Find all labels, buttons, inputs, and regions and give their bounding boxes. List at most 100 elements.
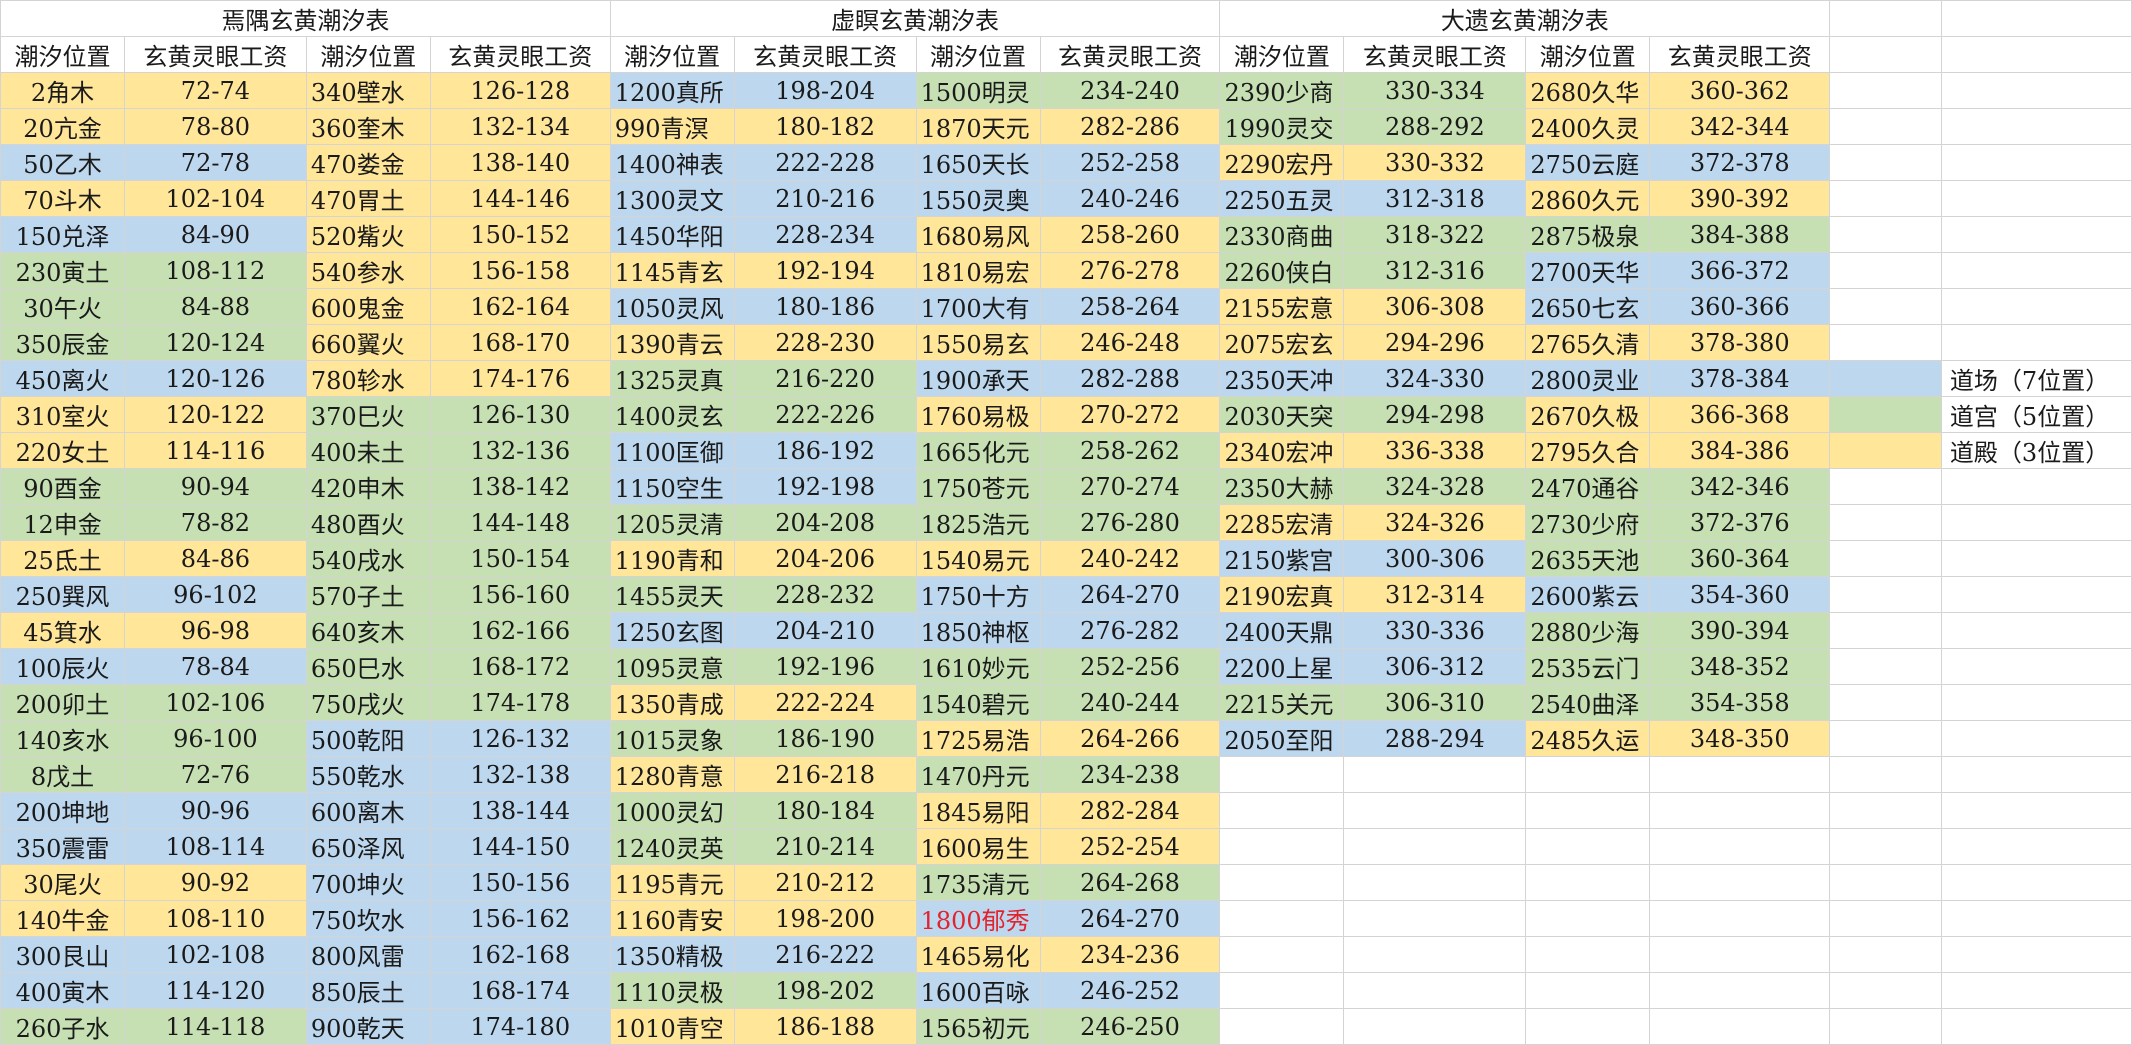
empty-cell[interactable] (1829, 36, 1942, 73)
empty-cell[interactable] (1525, 900, 1651, 937)
salary-range-cell[interactable]: 264-268 (1039, 864, 1221, 901)
salary-range-cell[interactable]: 300-306 (1343, 540, 1527, 577)
salary-range-cell[interactable]: 150-156 (429, 864, 611, 901)
empty-cell[interactable] (1829, 828, 1942, 865)
tide-position-cell[interactable]: 1810易宏 (915, 252, 1041, 289)
empty-cell[interactable] (1829, 216, 1942, 253)
salary-range-cell[interactable]: 360-362 (1649, 72, 1831, 109)
tide-position-cell[interactable]: 850辰土 (305, 972, 431, 1009)
tide-position-cell[interactable]: 1110灵极 (609, 972, 735, 1009)
tide-position-cell[interactable]: 1095灵意 (609, 648, 735, 685)
salary-range-cell[interactable]: 186-190 (733, 720, 917, 757)
salary-range-cell[interactable]: 138-144 (429, 792, 611, 829)
tide-position-cell[interactable]: 2650七玄 (1525, 288, 1651, 325)
tide-position-cell[interactable]: 1750十方 (915, 576, 1041, 613)
tide-position-cell[interactable]: 750坎水 (305, 900, 431, 937)
salary-range-cell[interactable]: 192-196 (733, 648, 917, 685)
tide-position-cell[interactable]: 2635天池 (1525, 540, 1651, 577)
salary-range-cell[interactable]: 132-138 (429, 756, 611, 793)
salary-range-cell[interactable]: 174-178 (429, 684, 611, 721)
salary-range-cell[interactable]: 198-204 (733, 72, 917, 109)
tide-position-cell[interactable]: 2340宏冲 (1219, 432, 1345, 469)
empty-cell[interactable] (1940, 756, 2132, 793)
salary-range-cell[interactable]: 240-242 (1039, 540, 1221, 577)
salary-range-cell[interactable]: 156-158 (429, 252, 611, 289)
salary-range-cell[interactable]: 120-122 (123, 396, 307, 433)
salary-range-cell[interactable]: 138-142 (429, 468, 611, 505)
salary-range-cell[interactable]: 342-346 (1649, 468, 1831, 505)
salary-range-cell[interactable]: 108-112 (123, 252, 307, 289)
tide-position-cell[interactable]: 500乾阳 (305, 720, 431, 757)
empty-cell[interactable] (1829, 288, 1942, 325)
salary-range-cell[interactable]: 102-104 (123, 180, 307, 217)
salary-range-cell[interactable]: 72-78 (123, 144, 307, 181)
salary-range-cell[interactable]: 330-332 (1343, 144, 1527, 181)
salary-range-cell[interactable]: 282-288 (1039, 360, 1221, 397)
empty-cell[interactable] (1940, 216, 2132, 253)
salary-range-cell[interactable]: 174-176 (429, 360, 611, 397)
empty-cell[interactable] (1940, 144, 2132, 181)
tide-position-cell[interactable]: 2285宏清 (1219, 504, 1345, 541)
tide-position-cell[interactable]: 1600易生 (915, 828, 1041, 865)
tide-position-cell[interactable]: 1650天长 (915, 144, 1041, 181)
tide-position-cell[interactable]: 1325灵真 (609, 360, 735, 397)
salary-range-cell[interactable]: 204-210 (733, 612, 917, 649)
tide-position-cell[interactable]: 480酉火 (305, 504, 431, 541)
salary-range-cell[interactable]: 162-166 (429, 612, 611, 649)
salary-range-cell[interactable]: 378-380 (1649, 324, 1831, 361)
tide-position-cell[interactable]: 2700天华 (1525, 252, 1651, 289)
salary-range-cell[interactable]: 162-164 (429, 288, 611, 325)
tide-position-cell[interactable]: 1400神表 (609, 144, 735, 181)
tide-position-cell[interactable]: 20亢金 (0, 108, 125, 145)
salary-range-cell[interactable]: 312-316 (1343, 252, 1527, 289)
empty-cell[interactable] (1940, 324, 2132, 361)
salary-range-cell[interactable]: 90-96 (123, 792, 307, 829)
tide-position-cell[interactable]: 1455灵天 (609, 576, 735, 613)
empty-cell[interactable] (1940, 0, 2132, 37)
tide-position-cell[interactable]: 100辰火 (0, 648, 125, 685)
tide-position-cell[interactable]: 1160青安 (609, 900, 735, 937)
salary-range-cell[interactable]: 96-100 (123, 720, 307, 757)
salary-range-cell[interactable]: 354-360 (1649, 576, 1831, 613)
empty-cell[interactable] (1940, 972, 2132, 1009)
salary-range-cell[interactable]: 330-334 (1343, 72, 1527, 109)
salary-range-cell[interactable]: 150-152 (429, 216, 611, 253)
tide-position-cell[interactable]: 1850神枢 (915, 612, 1041, 649)
empty-cell[interactable] (1649, 936, 1831, 973)
tide-position-cell[interactable]: 550乾水 (305, 756, 431, 793)
tide-position-cell[interactable]: 1250玄图 (609, 612, 735, 649)
tide-position-cell[interactable]: 220女土 (0, 432, 125, 469)
tide-position-cell[interactable]: 600离木 (305, 792, 431, 829)
tide-position-cell[interactable]: 1665化元 (915, 432, 1041, 469)
empty-cell[interactable] (1940, 684, 2132, 721)
tide-position-cell[interactable]: 1900承天 (915, 360, 1041, 397)
tide-position-cell[interactable]: 350辰金 (0, 324, 125, 361)
tide-position-cell[interactable]: 2485久运 (1525, 720, 1651, 757)
tide-position-cell[interactable]: 1610妙元 (915, 648, 1041, 685)
salary-range-cell[interactable]: 132-134 (429, 108, 611, 145)
salary-range-cell[interactable]: 294-296 (1343, 324, 1527, 361)
salary-range-cell[interactable]: 360-364 (1649, 540, 1831, 577)
salary-range-cell[interactable]: 216-220 (733, 360, 917, 397)
tide-position-cell[interactable]: 2190宏真 (1219, 576, 1345, 613)
tide-position-cell[interactable]: 1725易浩 (915, 720, 1041, 757)
empty-cell[interactable] (1649, 792, 1831, 829)
salary-range-cell[interactable]: 168-172 (429, 648, 611, 685)
salary-range-cell[interactable]: 318-322 (1343, 216, 1527, 253)
empty-cell[interactable] (1525, 828, 1651, 865)
salary-range-cell[interactable]: 366-368 (1649, 396, 1831, 433)
salary-range-cell[interactable]: 258-262 (1039, 432, 1221, 469)
salary-range-cell[interactable]: 228-232 (733, 576, 917, 613)
salary-range-cell[interactable]: 306-310 (1343, 684, 1527, 721)
tide-position-cell[interactable]: 2050至阳 (1219, 720, 1345, 757)
tide-position-cell[interactable]: 400寅木 (0, 972, 125, 1009)
salary-range-cell[interactable]: 378-384 (1649, 360, 1831, 397)
empty-cell[interactable] (1829, 792, 1942, 829)
empty-cell[interactable] (1829, 180, 1942, 217)
salary-range-cell[interactable]: 180-184 (733, 792, 917, 829)
tide-position-cell[interactable]: 2400天鼎 (1219, 612, 1345, 649)
salary-range-cell[interactable]: 342-344 (1649, 108, 1831, 145)
tide-position-cell[interactable]: 230寅土 (0, 252, 125, 289)
salary-range-cell[interactable]: 198-202 (733, 972, 917, 1009)
empty-cell[interactable] (1343, 1008, 1527, 1045)
